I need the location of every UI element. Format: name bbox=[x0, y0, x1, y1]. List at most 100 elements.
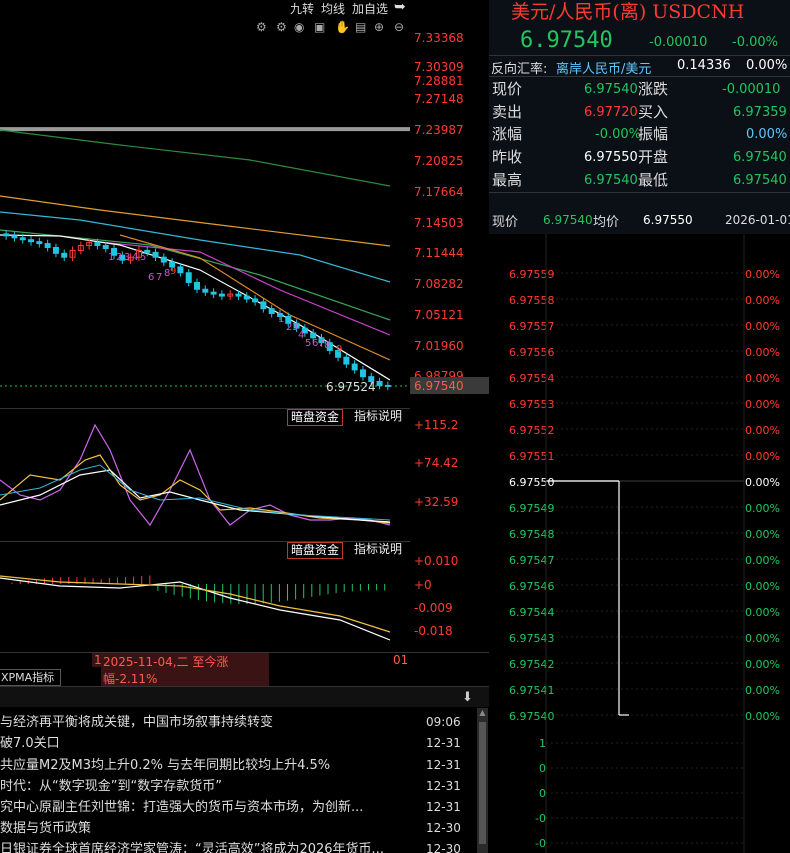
reverse-price: 0.14336 bbox=[677, 58, 731, 73]
intraday-right-tick: 0.00% bbox=[745, 268, 780, 281]
candle-body bbox=[243, 295, 250, 300]
intraday-left-tick: 6.97558 bbox=[509, 294, 555, 307]
candle-body bbox=[28, 239, 35, 243]
price-reference-line bbox=[0, 127, 410, 132]
quote-row: 卖出 6.97720 买入 6.97359 bbox=[492, 103, 787, 121]
last-price-label: 6.97524 bbox=[326, 380, 376, 394]
intraday-right-tick: 0.00% bbox=[745, 346, 780, 359]
quote-price: 6.97540 bbox=[520, 28, 613, 53]
candle-body bbox=[376, 381, 383, 386]
ind2-tick: -0.018 bbox=[414, 624, 453, 638]
candle-body bbox=[252, 298, 259, 303]
candle-body bbox=[61, 252, 68, 258]
intraday-right-tick: 0.00% bbox=[745, 476, 780, 489]
tick-avg: 6.97550 bbox=[643, 213, 693, 227]
intraday-right-tick: 0.00% bbox=[745, 710, 780, 723]
indicator1-chart bbox=[0, 423, 391, 527]
reverse-pair-link[interactable]: 离岸人民币/美元 bbox=[556, 58, 651, 77]
price-tick: 7.11444 bbox=[414, 246, 464, 260]
candle-body bbox=[185, 272, 192, 283]
td-sequence-label: 8 bbox=[324, 340, 330, 351]
indicator1-line bbox=[0, 423, 391, 527]
range-change-text: 2025-11-04,二 至今涨幅-2.11% bbox=[101, 653, 269, 687]
price-tick: 7.23987 bbox=[414, 123, 464, 137]
news-item[interactable]: 究中心原副主任刘世锦：打造强大的货币与资本市场，为创新... 12-31 bbox=[0, 797, 489, 818]
intraday-right-tick: 0.00% bbox=[745, 294, 780, 307]
news-item[interactable]: 与经济再平衡将成关键，中国市场叙事持续转变 09:06 bbox=[0, 712, 489, 733]
td-sequence-label: 1 bbox=[278, 314, 284, 325]
download-icon[interactable]: ⬇ bbox=[462, 690, 473, 705]
news-item[interactable]: 数据与货币政策 12-30 bbox=[0, 818, 489, 839]
volume-tick: 0 bbox=[539, 762, 546, 775]
moving-average-line bbox=[0, 229, 391, 321]
td-sequence-label: 6 bbox=[148, 272, 154, 283]
candle-body bbox=[268, 308, 275, 315]
candle-body bbox=[102, 245, 109, 249]
candle-body bbox=[343, 356, 350, 365]
intraday-right-tick: 0.00% bbox=[745, 684, 780, 697]
news-item[interactable]: 破7.0关口 12-31 bbox=[0, 733, 489, 754]
intraday-left-tick: 6.97549 bbox=[509, 502, 555, 515]
td-sequence-label: 2 bbox=[116, 252, 122, 263]
tick-price-label: 现价 bbox=[492, 215, 519, 230]
reverse-rate-label: 反向汇率: bbox=[491, 62, 548, 77]
avg-line-button[interactable]: 均线 bbox=[321, 0, 345, 16]
candle-body bbox=[52, 246, 59, 254]
tick-date: 2026-01-01 bbox=[725, 213, 790, 227]
xpma-tab[interactable]: XPMA指标 bbox=[0, 669, 61, 686]
quote-change: -0.00010 bbox=[649, 35, 708, 50]
candle-body bbox=[235, 293, 242, 297]
moving-average-line bbox=[0, 129, 391, 187]
td-sequence-label: 9 bbox=[336, 344, 342, 355]
instrument-title: 美元/人民币(离) USDCNH bbox=[511, 1, 745, 23]
nine-turn-button[interactable]: 九转 bbox=[290, 0, 314, 16]
kline-chart[interactable]: 1 2 3 4 56 7 8 912 345 6 7 8 9 bbox=[0, 30, 410, 410]
ind1-tick: +115.2 bbox=[414, 418, 459, 432]
intraday-right-tick: 0.00% bbox=[745, 502, 780, 515]
intraday-left-tick: 6.97540 bbox=[509, 710, 555, 723]
price-tick: 7.30309 bbox=[414, 60, 464, 74]
moving-average-line bbox=[0, 195, 391, 247]
macd-line bbox=[0, 577, 391, 641]
td-sequence-label: 3 bbox=[124, 252, 130, 263]
ind1-tick: +74.42 bbox=[414, 456, 459, 470]
price-tick: 7.01960 bbox=[414, 339, 464, 353]
intraday-left-tick: 6.97546 bbox=[509, 580, 555, 593]
news-item[interactable]: 共应量M2及M3均上升0.2% 与去年同期比较均上升4.5% 12-31 bbox=[0, 755, 489, 776]
candle-body bbox=[3, 233, 10, 237]
price-tick: 7.20825 bbox=[414, 154, 464, 168]
dark-pool-tab-2[interactable]: 暗盘资金 bbox=[287, 542, 344, 559]
candle-body bbox=[36, 241, 43, 245]
td-sequence-label: 7 bbox=[156, 272, 162, 283]
ind2-tick: +0 bbox=[414, 578, 432, 592]
intraday-left-tick: 6.97552 bbox=[509, 424, 555, 437]
td-sequence-label: 1 bbox=[108, 252, 114, 263]
td-sequence-label: 9 bbox=[170, 266, 176, 277]
candle-body bbox=[359, 369, 366, 378]
candle-body bbox=[160, 256, 167, 263]
intraday-right-tick: 0.00% bbox=[745, 632, 780, 645]
intraday-right-tick: 0.00% bbox=[745, 658, 780, 671]
candle-body bbox=[384, 384, 391, 387]
intraday-chart[interactable]: 6.97559 0.00% 6.97558 0.00% 6.97557 0.00% 6.97… bbox=[489, 234, 790, 853]
news-item[interactable]: 时代：从“数字现金”到“数字存款货币” 12-31 bbox=[0, 776, 489, 797]
exit-icon[interactable]: ➥ bbox=[394, 0, 406, 15]
candle-body bbox=[351, 363, 358, 371]
intraday-left-tick: 6.97559 bbox=[509, 268, 555, 281]
intraday-right-tick: 0.00% bbox=[745, 528, 780, 541]
kline-panel: 九转 均线 加自选 ➥ ⚙ ⚙ ◉ ▣ ✋ ▤ ⊕ ⊖ 123456789123… bbox=[0, 0, 489, 853]
intraday-left-tick: 6.97547 bbox=[509, 554, 555, 567]
quote-row: 涨幅 -0.00% 振幅 0.00% bbox=[492, 125, 788, 143]
add-watchlist-button[interactable]: 加自选 bbox=[352, 0, 388, 16]
candle-body bbox=[210, 291, 217, 295]
ind2-tick: +0.010 bbox=[414, 554, 459, 568]
indicator-help-tab-2[interactable]: 指标说明 bbox=[351, 542, 405, 557]
td-sequence-label: 5 bbox=[140, 252, 146, 263]
candle-body bbox=[260, 301, 267, 310]
intraday-left-tick: 6.97543 bbox=[509, 632, 555, 645]
news-item[interactable]: 日银证券全球首席经济学家管涛：“灵活高效”将成为2026年货币... 12-30 bbox=[0, 839, 489, 853]
indicator1-line bbox=[0, 464, 391, 521]
td-sequence-label: 5 bbox=[305, 338, 311, 349]
intraday-left-tick: 6.97548 bbox=[509, 528, 555, 541]
candle-body bbox=[152, 251, 159, 258]
